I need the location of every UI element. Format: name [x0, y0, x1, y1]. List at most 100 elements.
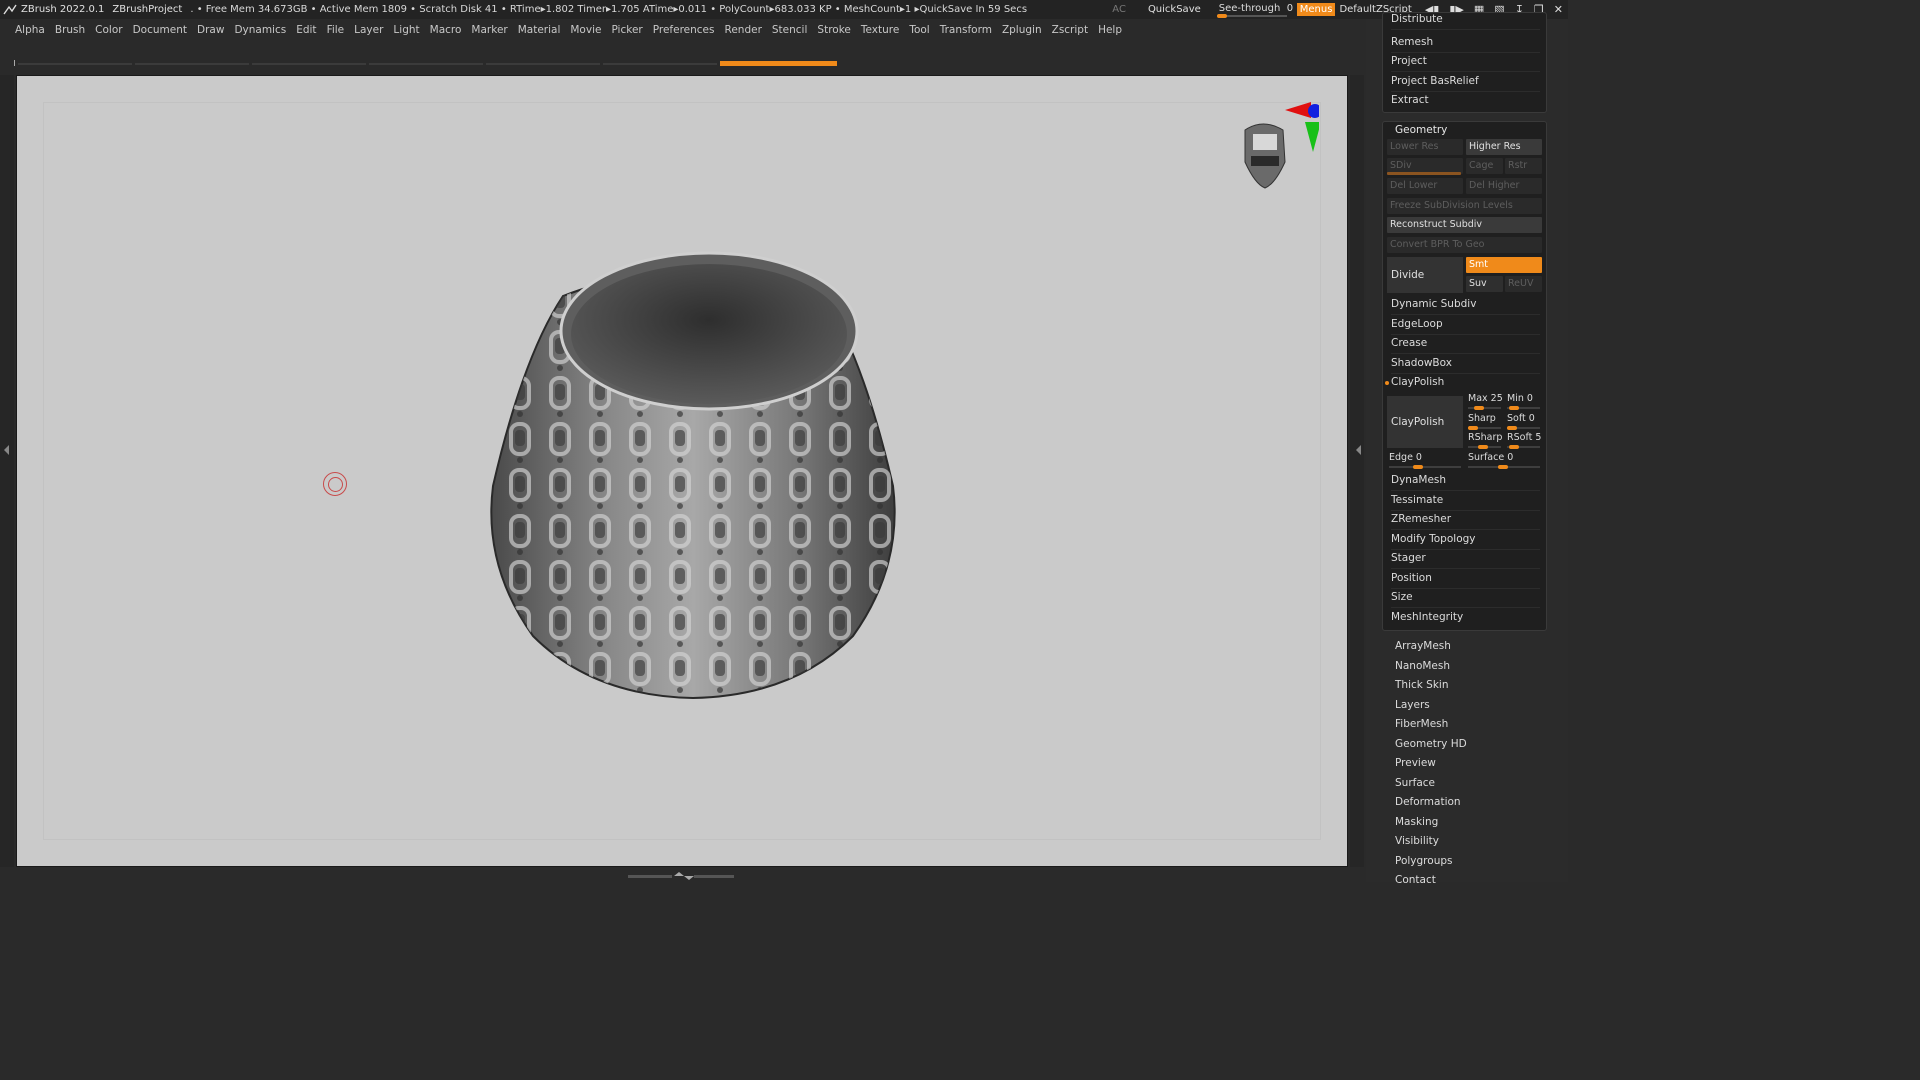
visibility-item[interactable]: Visibility	[1395, 835, 1439, 847]
menu-zplugin[interactable]: Zplugin	[1002, 24, 1042, 36]
dynamic-subdiv-item[interactable]: Dynamic Subdiv	[1391, 295, 1540, 315]
menu-dynamics[interactable]: Dynamics	[234, 24, 286, 36]
thick-skin-item[interactable]: Thick Skin	[1395, 679, 1449, 691]
shelf-tab[interactable]	[486, 63, 600, 65]
masking-item[interactable]: Masking	[1395, 816, 1438, 828]
chevron-down-icon[interactable]	[684, 876, 694, 880]
tray-item-remesh[interactable]: Remesh	[1391, 33, 1540, 53]
close-icon[interactable]: ✕	[1554, 3, 1563, 16]
menu-tool[interactable]: Tool	[909, 24, 929, 36]
quicksave-button[interactable]: QuickSave	[1148, 4, 1201, 15]
tray-item-project-basrelief[interactable]: Project BasRelief	[1391, 72, 1540, 92]
zremesher-item[interactable]: ZRemesher	[1391, 510, 1540, 530]
soft-slider[interactable]: Soft 0	[1505, 413, 1542, 430]
menu-movie[interactable]: Movie	[570, 24, 601, 36]
left-tray-edge[interactable]	[0, 75, 14, 867]
shelf-tab-active[interactable]	[720, 61, 837, 66]
orientation-gizmo[interactable]	[1223, 100, 1319, 190]
arraymesh-item[interactable]: ArrayMesh	[1395, 640, 1451, 652]
menu-zscript[interactable]: Zscript	[1052, 24, 1088, 36]
sharp-slider[interactable]: Sharp	[1466, 413, 1503, 430]
claypolish-header[interactable]: ClayPolish	[1385, 373, 1540, 392]
menu-stencil[interactable]: Stencil	[772, 24, 808, 36]
ac-toggle[interactable]: AC	[1112, 4, 1126, 15]
shelf-tab[interactable]	[603, 63, 717, 65]
tessimate-item[interactable]: Tessimate	[1391, 491, 1540, 511]
expand-left-icon[interactable]	[4, 445, 9, 455]
menu-color[interactable]: Color	[95, 24, 122, 36]
menu-help[interactable]: Help	[1098, 24, 1122, 36]
divide-button[interactable]: Divide	[1387, 257, 1463, 293]
min-slider[interactable]: Min 0	[1505, 393, 1542, 410]
dynamesh-item[interactable]: DynaMesh	[1391, 471, 1540, 491]
reconstruct-subdiv-button[interactable]: Reconstruct Subdiv	[1387, 217, 1542, 233]
del-higher-button[interactable]: Del Higher	[1466, 178, 1542, 194]
menu-picker[interactable]: Picker	[611, 24, 642, 36]
claypolish-button[interactable]: ClayPolish	[1387, 396, 1463, 448]
menu-render[interactable]: Render	[725, 24, 762, 36]
menu-macro[interactable]: Macro	[430, 24, 462, 36]
sdiv-slider-bar[interactable]	[1387, 172, 1461, 175]
menu-file[interactable]: File	[327, 24, 345, 36]
right-tray-edge[interactable]	[1350, 75, 1364, 867]
rsharp-slider[interactable]: RSharp	[1466, 432, 1503, 449]
crease-item[interactable]: Crease	[1391, 334, 1540, 354]
edgeloop-item[interactable]: EdgeLoop	[1391, 315, 1540, 335]
shadowbox-item[interactable]: ShadowBox	[1391, 354, 1540, 374]
menu-draw[interactable]: Draw	[197, 24, 224, 36]
shelf-tab[interactable]	[18, 63, 132, 65]
layers-item[interactable]: Layers	[1395, 699, 1430, 711]
deformation-item[interactable]: Deformation	[1395, 796, 1461, 808]
reuv-button[interactable]: ReUV	[1505, 276, 1542, 292]
geometry-hd-item[interactable]: Geometry HD	[1395, 738, 1467, 750]
bottom-shelf-handle[interactable]	[628, 872, 736, 880]
cage-button[interactable]: Cage	[1466, 158, 1503, 174]
stager-item[interactable]: Stager	[1391, 549, 1540, 569]
shelf-tab[interactable]	[252, 63, 366, 65]
menu-preferences[interactable]: Preferences	[653, 24, 715, 36]
preview-item[interactable]: Preview	[1395, 757, 1436, 769]
menu-brush[interactable]: Brush	[55, 24, 85, 36]
shelf-tab[interactable]	[135, 63, 249, 65]
rstr-button[interactable]: Rstr	[1505, 158, 1542, 174]
freeze-subdivision-button[interactable]: Freeze SubDivision Levels	[1387, 198, 1542, 214]
convert-bpr-button[interactable]: Convert BPR To Geo	[1387, 237, 1542, 253]
fibermesh-item[interactable]: FiberMesh	[1395, 718, 1448, 730]
contact-item[interactable]: Contact	[1395, 874, 1436, 886]
tray-item-distribute[interactable]: Distribute	[1391, 10, 1540, 30]
edge-slider[interactable]: Edge 0	[1387, 452, 1463, 469]
nanomesh-item[interactable]: NanoMesh	[1395, 660, 1450, 672]
meshintegrity-item[interactable]: MeshIntegrity	[1391, 608, 1540, 627]
chevron-up-icon[interactable]	[674, 872, 684, 876]
geometry-title[interactable]: Geometry	[1395, 124, 1447, 136]
menu-transform[interactable]: Transform	[940, 24, 992, 36]
see-through-slider[interactable]: See-through 0	[1215, 1, 1293, 18]
x-axis-arrow[interactable]	[1285, 102, 1311, 118]
menu-document[interactable]: Document	[133, 24, 187, 36]
smt-toggle[interactable]: Smt	[1466, 257, 1542, 273]
menu-texture[interactable]: Texture	[861, 24, 899, 36]
tray-item-extract[interactable]: Extract	[1391, 91, 1540, 110]
tray-item-project[interactable]: Project	[1391, 52, 1540, 72]
menu-stroke[interactable]: Stroke	[817, 24, 850, 36]
menus-toggle-button[interactable]: Menus	[1296, 3, 1336, 16]
menu-light[interactable]: Light	[393, 24, 419, 36]
surface-slider[interactable]: Surface 0	[1466, 452, 1542, 469]
del-lower-button[interactable]: Del Lower	[1387, 178, 1463, 194]
menu-edit[interactable]: Edit	[296, 24, 316, 36]
modify-topology-item[interactable]: Modify Topology	[1391, 530, 1540, 550]
vase-3d-model[interactable]	[463, 236, 923, 706]
menu-layer[interactable]: Layer	[354, 24, 383, 36]
higher-res-button[interactable]: Higher Res	[1466, 139, 1542, 155]
collapse-right-icon[interactable]	[1356, 445, 1361, 455]
surface-item[interactable]: Surface	[1395, 777, 1435, 789]
rsoft-slider[interactable]: RSoft 5	[1505, 432, 1542, 449]
max-slider[interactable]: Max 25	[1466, 393, 1503, 410]
see-through-handle[interactable]	[1216, 14, 1227, 18]
polygroups-item[interactable]: Polygroups	[1395, 855, 1452, 867]
menu-marker[interactable]: Marker	[471, 24, 507, 36]
shelf-tab[interactable]	[369, 63, 483, 65]
document-canvas[interactable]	[16, 75, 1348, 867]
y-axis-arrow[interactable]	[1305, 122, 1319, 152]
size-item[interactable]: Size	[1391, 588, 1540, 608]
